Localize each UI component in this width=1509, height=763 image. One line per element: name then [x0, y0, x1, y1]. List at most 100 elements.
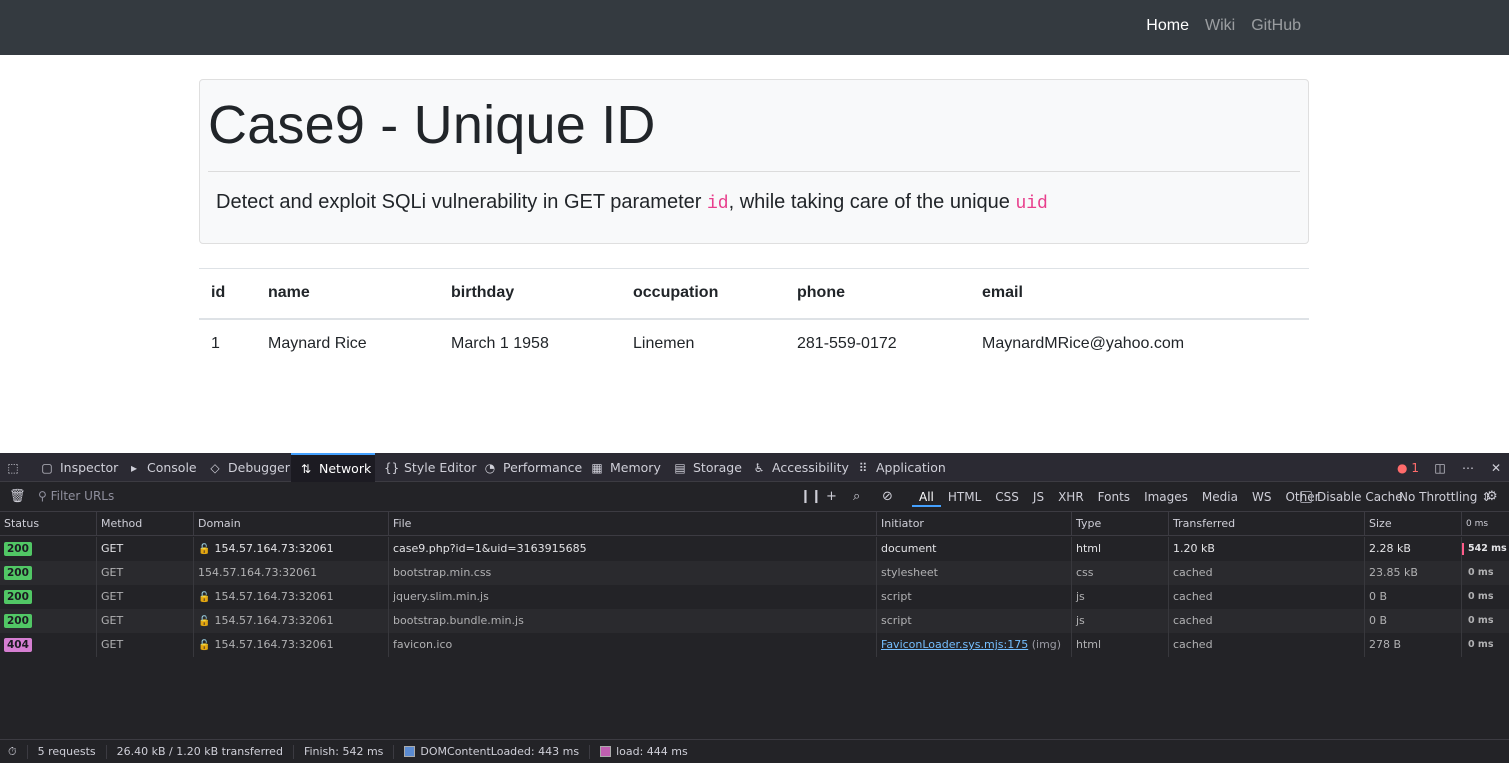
devtools-panel: ⬚ ▢ Inspector ▸ Console ◇ Debugger ⇅ Network…	[0, 453, 1509, 763]
initiator-extra: (img)	[1031, 638, 1062, 651]
col-initiator[interactable]: Initiator	[877, 512, 1072, 536]
table-row[interactable]: 200 GET 🔓 154.57.164.73:32061 jquery.slim…	[0, 585, 1509, 609]
tab-console[interactable]: ▸ Console	[127, 453, 197, 482]
table-row[interactable]: 200 GET 154.57.164.73:32061 bootstrap.mi…	[0, 561, 1509, 585]
tab-label: Console	[147, 460, 197, 475]
console-icon: ▸	[130, 460, 138, 475]
inspector-icon: ▢	[41, 460, 53, 475]
table-row[interactable]: 200 GET 🔓 154.57.164.73:32061 case9.php?i…	[0, 537, 1509, 561]
memory-icon: ▦	[591, 460, 603, 475]
type-cell: js	[1072, 585, 1169, 609]
table-row: 1 Maynard Rice March 1 1958 Linemen 281-…	[199, 319, 1309, 368]
element-picker-button[interactable]: ⬚	[6, 453, 20, 482]
tab-label: Network	[319, 461, 372, 476]
filter-js[interactable]: JS	[1026, 487, 1051, 507]
type-filter-bar: All HTML CSS JS XHR Fonts Images Media W…	[912, 487, 1327, 507]
filter-html[interactable]: HTML	[941, 487, 988, 507]
close-icon[interactable]: ✕	[1489, 461, 1503, 475]
tab-storage[interactable]: ▤ Storage	[673, 453, 742, 482]
dock-side-icon[interactable]: ◫	[1433, 461, 1447, 475]
domain-cell: 154.57.164.73:32061	[194, 561, 389, 585]
nav-wiki-link[interactable]: Wiki	[1205, 17, 1235, 35]
initiator-cell: FaviconLoader.sys.mjs:175 (img)	[877, 633, 1072, 657]
domcontentloaded-time: DOMContentLoaded: 443 ms	[394, 744, 591, 759]
element-picker-icon: ⬚	[7, 460, 19, 475]
status-cell: 200	[0, 537, 97, 561]
table-row[interactable]: 200 GET 🔓 154.57.164.73:32061 bootstrap.b…	[0, 609, 1509, 633]
cell-birthday: March 1 1958	[451, 334, 549, 352]
pause-icon[interactable]: ❙❙	[800, 489, 822, 504]
style-editor-icon: {}	[384, 460, 400, 475]
col-domain[interactable]: Domain	[194, 512, 389, 536]
filter-fonts[interactable]: Fonts	[1091, 487, 1137, 507]
initiator-cell: script	[877, 585, 1072, 609]
search-icon[interactable]: ⌕	[853, 489, 860, 504]
tab-inspector[interactable]: ▢ Inspector	[40, 453, 118, 482]
filter-css[interactable]: CSS	[988, 487, 1026, 507]
col-id: id	[199, 268, 256, 320]
insecure-lock-icon: 🔓	[198, 640, 211, 651]
method-cell: GET	[97, 537, 194, 561]
disable-cache-checkbox[interactable]: Disable Cache	[1300, 490, 1403, 504]
col-waterfall[interactable]: 0 ms	[1462, 512, 1509, 536]
tab-style-editor[interactable]: {} Style Editor	[384, 453, 476, 482]
filter-images[interactable]: Images	[1137, 487, 1195, 507]
nav-home-link[interactable]: Home	[1146, 17, 1189, 35]
size-cell: 0 B	[1365, 585, 1462, 609]
col-type[interactable]: Type	[1072, 512, 1169, 536]
filter-icon: ⚲	[38, 489, 47, 503]
filter-all[interactable]: All	[912, 487, 941, 507]
type-cell: css	[1072, 561, 1169, 585]
filter-xhr[interactable]: XHR	[1051, 487, 1091, 507]
transferred-cell: cached	[1169, 585, 1365, 609]
table-row[interactable]: 404 GET 🔓 154.57.164.73:32061 favicon.ico…	[0, 633, 1509, 657]
block-icon[interactable]: ⊘	[882, 489, 893, 504]
network-table-header: Status Method Domain File Initiator Type…	[0, 512, 1509, 536]
tab-network[interactable]: ⇅ Network	[291, 453, 375, 482]
col-size[interactable]: Size	[1365, 512, 1462, 536]
domain-text: 154.57.164.73:32061	[214, 638, 334, 651]
error-count-badge[interactable]: ● 1	[1397, 461, 1419, 475]
method-cell: GET	[97, 609, 194, 633]
tab-accessibility[interactable]: ♿ Accessibility	[752, 453, 849, 482]
col-phone: phone	[785, 268, 970, 320]
domain-text: 154.57.164.73:32061	[214, 614, 334, 627]
dcl-legend-swatch	[404, 746, 416, 757]
cell-id: 1	[211, 334, 220, 352]
method-cell: GET	[97, 585, 194, 609]
col-file[interactable]: File	[389, 512, 877, 536]
size-cell: 2.28 kB	[1365, 537, 1462, 561]
tab-label: Style Editor	[404, 460, 477, 475]
tab-performance[interactable]: ◔ Performance	[483, 453, 582, 482]
throttling-select[interactable]: No Throttling ⇕	[1399, 490, 1491, 504]
more-options-icon[interactable]: ⋯	[1461, 461, 1475, 475]
performance-analysis-button[interactable]: ⏱	[0, 744, 28, 759]
file-cell: bootstrap.bundle.min.js	[389, 609, 877, 633]
initiator-link[interactable]: FaviconLoader.sys.mjs:175	[881, 638, 1028, 651]
transferred-cell: cached	[1169, 609, 1365, 633]
col-transferred[interactable]: Transferred	[1169, 512, 1365, 536]
method-cell: GET	[97, 633, 194, 657]
accessibility-icon: ♿	[753, 460, 765, 475]
plus-icon[interactable]: +	[826, 489, 837, 504]
tab-memory[interactable]: ▦ Memory	[590, 453, 661, 482]
tab-label: Application	[876, 460, 946, 475]
col-name: name	[256, 268, 439, 320]
filter-media[interactable]: Media	[1195, 487, 1245, 507]
gear-icon[interactable]: ⚙	[1486, 489, 1498, 504]
divider	[208, 171, 1300, 172]
domain-text: 154.57.164.73:32061	[214, 542, 334, 555]
trash-icon[interactable]: 🗑	[9, 489, 26, 504]
tab-debugger[interactable]: ◇ Debugger	[208, 453, 290, 482]
filter-urls-input[interactable]: ⚲ Filter URLs	[38, 489, 114, 503]
col-status[interactable]: Status	[0, 512, 97, 536]
status-badge: 200	[4, 590, 32, 604]
tab-label: Performance	[503, 460, 583, 475]
nav-github-link[interactable]: GitHub	[1251, 17, 1301, 35]
filter-ws[interactable]: WS	[1245, 487, 1278, 507]
network-icon: ⇅	[300, 461, 312, 476]
col-method[interactable]: Method	[97, 512, 194, 536]
tab-application[interactable]: ⠿ Application	[856, 453, 946, 482]
col-email: email	[970, 268, 1309, 320]
performance-icon: ◔	[484, 460, 496, 475]
